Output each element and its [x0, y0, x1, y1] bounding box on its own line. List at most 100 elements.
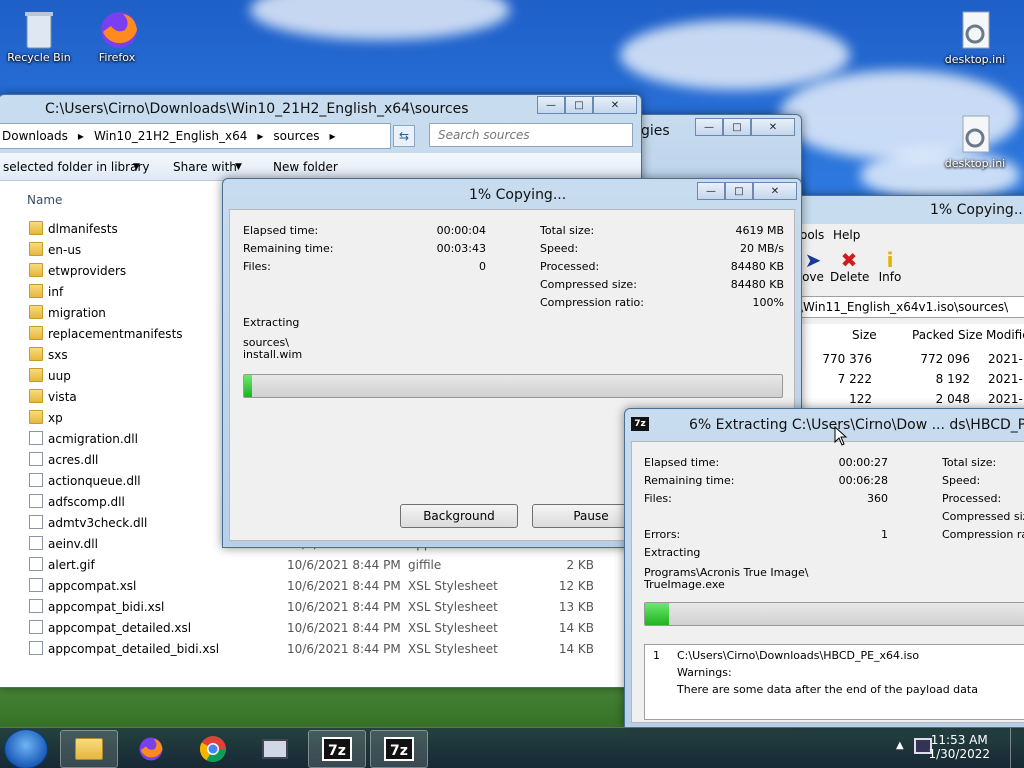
message-log[interactable]: 1 C:\Users\Cirno\Downloads\HBCD_PE_x64.i… — [644, 644, 1024, 720]
file-name: admtv3check.dll — [48, 516, 148, 530]
desktop-icon-label: Firefox — [98, 51, 136, 64]
breadcrumb-item[interactable]: sources — [273, 129, 319, 143]
file-size: 13 KB — [558, 600, 594, 614]
file-row[interactable]: appcompat.xsl 10/6/2021 8:44 PM XSL Styles… — [0, 576, 619, 596]
log-warning-message: There are some data after the end of the… — [677, 683, 978, 696]
tray-arrow-icon[interactable]: ▲ — [896, 740, 904, 751]
extracting-label: Extracting — [644, 546, 701, 559]
share-with-button[interactable]: Share with — [173, 160, 237, 174]
archive-row[interactable]: 770 376 772 096 2021-11 — [796, 350, 1024, 370]
files-value: 0 — [479, 260, 486, 273]
remaining-value: 00:03:43 — [436, 242, 486, 255]
file-name: acres.dll — [48, 453, 99, 467]
close-button[interactable]: ✕ — [593, 96, 637, 114]
close-button[interactable]: ✕ — [751, 118, 795, 136]
delete-button[interactable]: ✖ Delete — [830, 248, 869, 284]
firefox-desktop-icon[interactable]: Firefox — [82, 8, 152, 64]
delete-x-icon: ✖ — [840, 248, 858, 272]
move-button[interactable]: ➤ ove — [798, 250, 828, 284]
clock-date: 1/30/2022 — [928, 747, 990, 761]
address-bar[interactable]: Downloads ▸ Win10_21H2_English_x64 ▸ sourc… — [0, 123, 391, 149]
menu-item-help[interactable]: Help — [833, 228, 860, 242]
column-header-size[interactable]: Size — [852, 328, 877, 342]
info-icon: i — [886, 248, 894, 272]
file-icon — [29, 620, 43, 634]
compressed-size-label: Compressed size: — [942, 510, 1024, 523]
breadcrumb-item[interactable]: Win10_21H2_English_x64 — [94, 129, 247, 143]
file-row[interactable]: appcompat_bidi.xsl 10/6/2021 8:44 PM XSL S… — [0, 597, 619, 617]
folder-icon — [29, 305, 43, 319]
dialog-title: 6% Extracting C:\Users\Cirno\Dow ... ds\… — [689, 417, 1024, 433]
archive-row[interactable]: 122 2 048 2021-11 — [796, 390, 1024, 410]
file-date: 10/6/2021 8:44 PM — [287, 579, 401, 593]
archive-row[interactable]: 7 222 8 192 2021-11 — [796, 370, 1024, 390]
file-date: 10/6/2021 8:44 PM — [287, 621, 401, 635]
taskbar-7zip-button-1[interactable]: 7z — [308, 730, 366, 768]
errors-value: 1 — [881, 528, 888, 541]
desktop-icon-label: desktop.ini — [944, 53, 1006, 66]
taskbar-7zip-button-2[interactable]: 7z — [370, 730, 428, 768]
remaining-value: 00:06:28 — [838, 474, 888, 487]
folder-icon — [29, 263, 43, 277]
column-header-name[interactable]: Name — [27, 193, 62, 207]
column-header-modified[interactable]: Modifie — [986, 328, 1024, 342]
file-row[interactable]: alert.gif 10/6/2021 8:44 PM giffile 2 KB — [0, 555, 619, 575]
background-button[interactable]: Background — [400, 504, 518, 528]
file-size: 14 KB — [558, 642, 594, 656]
menu-item-tools[interactable]: ools — [800, 228, 824, 242]
maximize-button[interactable]: □ — [565, 96, 593, 114]
include-in-library-button[interactable]: selected folder in library — [3, 160, 149, 174]
remaining-label: Remaining time: — [243, 242, 334, 255]
minimize-button[interactable]: — — [695, 118, 723, 136]
folder-icon — [29, 410, 43, 424]
file-row[interactable]: appcompat_detailed_bidi.xsl 10/6/2021 8:4… — [0, 639, 619, 659]
taskbar-firefox-button[interactable] — [122, 730, 180, 768]
column-header-packed-size[interactable]: Packed Size — [912, 328, 983, 342]
progress-fill — [244, 375, 253, 397]
chevron-down-icon: ▼ — [235, 162, 242, 172]
path-field[interactable]: \Win11_English_x64v1.iso\sources\ — [796, 296, 1024, 318]
new-folder-button[interactable]: New folder — [273, 160, 338, 174]
maximize-button[interactable]: □ — [723, 118, 751, 136]
file-icon — [29, 515, 43, 529]
close-button[interactable]: ✕ — [753, 182, 797, 200]
minimize-button[interactable]: — — [697, 182, 725, 200]
sevenzip-icon: 7z — [322, 737, 352, 761]
folder-icon — [29, 284, 43, 298]
mouse-cursor-icon — [834, 425, 848, 449]
processed-label: Processed: — [942, 492, 1002, 505]
compressed-size-value: 84480 KB — [730, 278, 784, 291]
maximize-button[interactable]: □ — [725, 182, 753, 200]
folder-icon — [75, 738, 103, 760]
recycle-bin-icon[interactable]: Recycle Bin — [4, 8, 74, 64]
dialog-title: 1% Copying... — [469, 187, 567, 203]
extracting-label: Extracting — [243, 316, 300, 329]
clock-time: 11:53 AM — [930, 733, 988, 747]
files-value: 360 — [867, 492, 888, 505]
minimize-button[interactable]: — — [537, 96, 565, 114]
archive-packed: 8 192 — [935, 372, 970, 386]
file-name: sxs — [48, 348, 68, 362]
taskbar-chrome-button[interactable] — [184, 730, 242, 768]
search-input[interactable]: Search sources — [429, 123, 633, 147]
refresh-button[interactable]: ⇆ — [393, 125, 415, 147]
extract-progress-dialog[interactable]: 7z 6% Extracting C:\Users\Cirno\Dow ... … — [624, 408, 1024, 728]
info-button[interactable]: i Info — [876, 250, 904, 284]
desktop-ini-icon-1[interactable]: desktop.ini — [940, 10, 1010, 66]
file-row[interactable]: appcompat_detailed.xsl 10/6/2021 8:44 PM X… — [0, 618, 619, 638]
taskbar-network-app-button[interactable] — [246, 730, 304, 768]
start-button[interactable] — [4, 729, 48, 768]
file-name: appcompat_detailed.xsl — [48, 621, 192, 635]
desktop-icon-label: Recycle Bin — [7, 51, 71, 64]
show-desktop-button[interactable] — [1010, 728, 1024, 768]
desktop-ini-icon-2[interactable]: desktop.ini — [940, 114, 1010, 170]
system-clock[interactable]: 11:53 AM 1/30/2022 — [928, 733, 990, 761]
file-icon — [29, 536, 43, 550]
file-name: appcompat_bidi.xsl — [48, 600, 165, 614]
gear-file-icon — [955, 114, 995, 154]
gear-file-icon — [955, 10, 995, 50]
archive-packed: 2 048 — [935, 392, 970, 406]
errors-label: Errors: — [644, 528, 681, 541]
taskbar-explorer-button[interactable] — [60, 730, 118, 768]
breadcrumb-item[interactable]: Downloads — [2, 129, 68, 143]
